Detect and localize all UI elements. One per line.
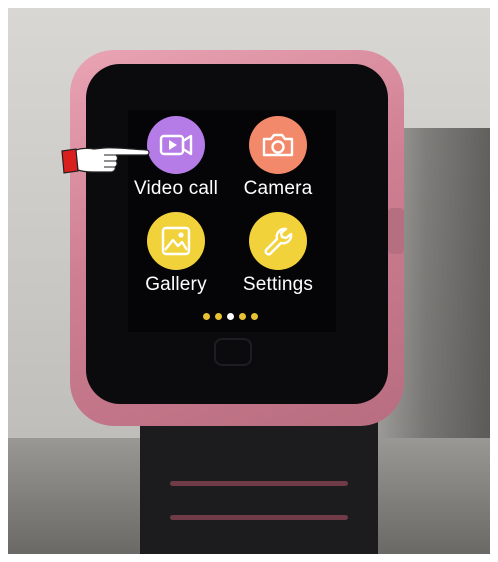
gallery-icon xyxy=(147,212,205,270)
app-gallery[interactable]: Gallery xyxy=(128,212,224,296)
photo-frame: Video call Camera Gallery Settings xyxy=(8,8,490,554)
app-settings[interactable]: Settings xyxy=(230,212,326,296)
video-call-icon xyxy=(147,116,205,174)
app-camera[interactable]: Camera xyxy=(230,116,326,200)
page-dot[interactable] xyxy=(215,313,222,320)
page-dot[interactable] xyxy=(251,313,258,320)
home-button[interactable] xyxy=(214,338,252,366)
app-label: Video call xyxy=(133,178,219,199)
page-dot[interactable] xyxy=(239,313,246,320)
pointing-hand-icon xyxy=(60,142,152,178)
app-label: Settings xyxy=(242,274,314,295)
page-dot[interactable] xyxy=(203,313,210,320)
band-groove xyxy=(170,481,348,486)
side-button[interactable] xyxy=(388,208,404,254)
page-indicator xyxy=(203,313,263,321)
app-label: Gallery xyxy=(145,274,207,295)
page-dot-active[interactable] xyxy=(227,313,234,320)
settings-icon xyxy=(249,212,307,270)
camera-icon xyxy=(249,116,307,174)
app-label: Camera xyxy=(243,178,313,199)
band-groove xyxy=(170,515,348,520)
